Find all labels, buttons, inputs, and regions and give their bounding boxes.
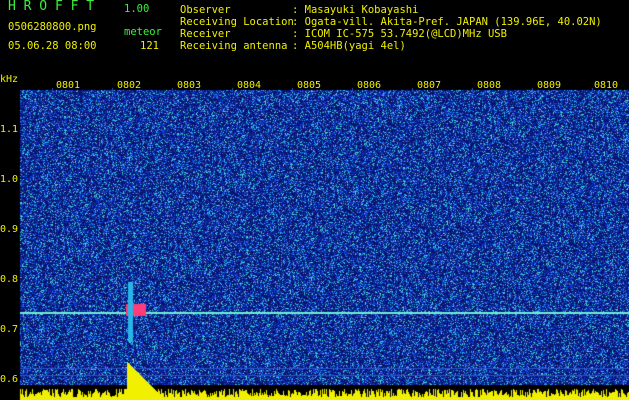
antenna-value: : A504HB(yagi 4el) xyxy=(292,40,406,52)
x-tick-label: 0803 xyxy=(177,80,202,91)
file-name: 0506280800.png xyxy=(8,21,97,33)
location-label: Receiving Location xyxy=(180,16,294,28)
date-time: 05.06.28 08:00 xyxy=(8,40,97,52)
x-tick-label: 0810 xyxy=(594,80,619,91)
x-tick-label: 0806 xyxy=(357,80,382,91)
y-tick-label: 0.6 xyxy=(0,374,19,385)
x-tick-label: 0808 xyxy=(477,80,502,91)
x-tick-label: 0807 xyxy=(417,80,442,91)
y-tick-label: 1.1 xyxy=(0,124,19,135)
y-tick-label: 0.9 xyxy=(0,224,19,235)
location-value: : Ogata-vill. Akita-Pref. JAPAN (139.96E… xyxy=(292,16,602,28)
y-tick-label: 0.7 xyxy=(0,324,19,335)
meteor-label: meteor xyxy=(124,26,162,38)
observer-label: Observer xyxy=(180,4,231,16)
antenna-label: Receiving antenna xyxy=(180,40,288,52)
x-tick-label: 0802 xyxy=(117,80,142,91)
y-axis-unit: kHz xyxy=(0,74,19,85)
y-tick-label: 0.8 xyxy=(0,274,19,285)
meteor-count: 121 xyxy=(140,40,159,52)
x-tick-label: 0801 xyxy=(56,80,81,91)
x-tick-label: 0809 xyxy=(537,80,562,91)
x-tick-label: 0805 xyxy=(297,80,322,91)
y-tick-label: 1.0 xyxy=(0,174,19,185)
observer-value: : Masayuki Kobayashi xyxy=(292,4,419,16)
x-tick-label: 0804 xyxy=(237,80,262,91)
header-panel: H R O F F T 1.00 0506280800.png meteor 0… xyxy=(0,0,629,72)
receiver-label: Receiver xyxy=(180,28,231,40)
spectrogram-canvas xyxy=(0,72,629,400)
receiver-value: : ICOM IC-575 53.7492(@LCD)MHz USB xyxy=(292,28,507,40)
app-title: H R O F F T xyxy=(8,0,95,14)
app-version: 1.00 xyxy=(124,3,150,15)
